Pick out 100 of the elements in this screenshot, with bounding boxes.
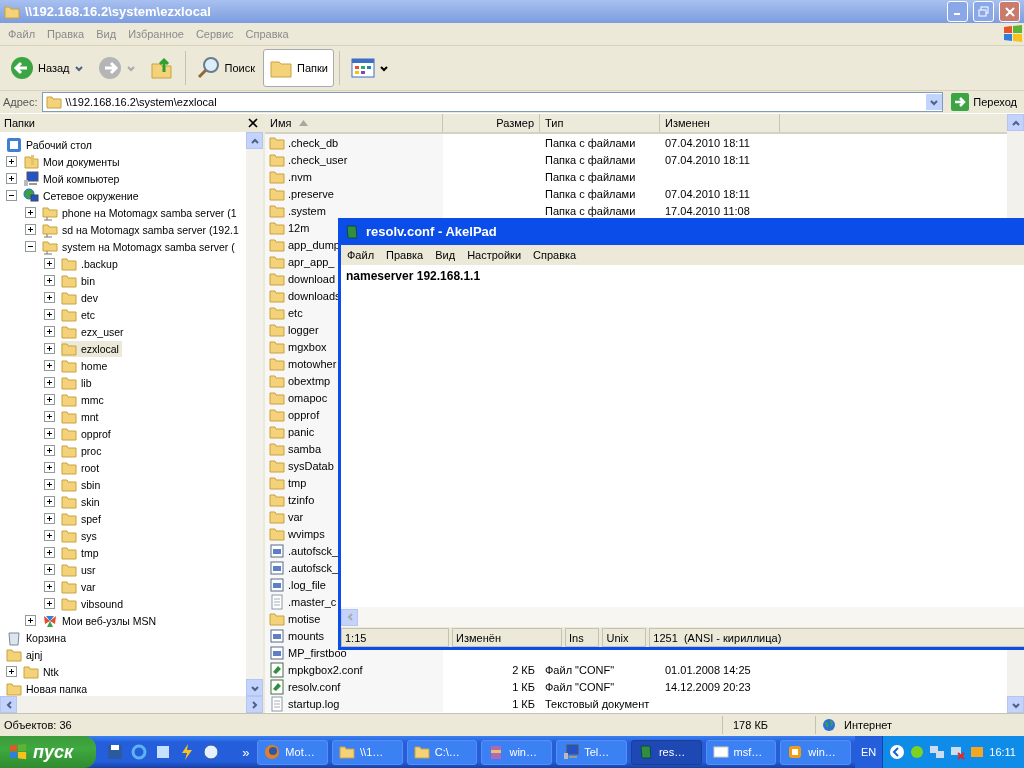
file-name[interactable]: tzinfo: [288, 493, 315, 506]
file-name[interactable]: 12m: [288, 221, 310, 234]
file-name[interactable]: motise: [288, 612, 321, 625]
tree-item[interactable]: mmc: [61, 391, 107, 408]
more-button[interactable]: »: [230, 744, 258, 760]
tree-item[interactable]: etc: [61, 306, 98, 323]
menu-item[interactable]: Правка: [380, 247, 430, 263]
folders-button[interactable]: Папки: [263, 49, 334, 87]
menu-item[interactable]: Справка: [527, 247, 583, 263]
file-name[interactable]: tmp: [288, 476, 307, 489]
expand-toggle[interactable]: [44, 292, 55, 303]
scroll-button[interactable]: [1007, 696, 1024, 713]
file-name[interactable]: etc: [288, 306, 303, 319]
tree-item[interactable]: sys: [61, 527, 100, 544]
tree-item[interactable]: Мои документы: [23, 153, 123, 170]
taskbar-button[interactable]: Tel…: [556, 739, 627, 765]
tree-item[interactable]: tmp: [61, 544, 102, 561]
go-button[interactable]: Переход: [947, 93, 1021, 111]
tree-item[interactable]: Сетевое окружение: [23, 187, 142, 204]
back-button[interactable]: Назад: [4, 49, 90, 87]
app-icon[interactable]: [202, 743, 221, 761]
expand-toggle[interactable]: [44, 496, 55, 507]
expand-toggle[interactable]: [44, 411, 55, 422]
tree-item[interactable]: phone на Motomagx samba server (1: [42, 204, 240, 221]
taskbar-button[interactable]: C:\…: [406, 739, 478, 765]
tree-item[interactable]: usr: [61, 561, 99, 578]
taskbar-button[interactable]: Mot…: [257, 739, 329, 765]
file-name[interactable]: opprof: [288, 408, 320, 421]
close-button[interactable]: [999, 1, 1020, 22]
network-icon[interactable]: [949, 744, 966, 760]
expand-toggle[interactable]: [44, 462, 55, 473]
collapse-toggle[interactable]: [6, 190, 17, 201]
expand-toggle[interactable]: [44, 445, 55, 456]
search-button[interactable]: Поиск: [190, 49, 261, 87]
tree-item[interactable]: spef: [61, 510, 104, 527]
tree-item[interactable]: dev: [61, 289, 101, 306]
file-name[interactable]: .log_file: [288, 578, 326, 591]
taskbar-button[interactable]: win…: [780, 739, 851, 765]
expand-toggle[interactable]: [44, 513, 55, 524]
file-name[interactable]: mounts: [288, 629, 325, 642]
tree-item[interactable]: bin: [61, 272, 98, 289]
tree-item[interactable]: .backup: [61, 255, 121, 272]
expand-toggle[interactable]: [44, 547, 55, 558]
expand-toggle[interactable]: [44, 275, 55, 286]
expand-toggle[interactable]: [44, 530, 55, 541]
tree-item[interactable]: system на Motomagx samba server (: [42, 238, 238, 255]
file-name[interactable]: logger: [288, 323, 319, 336]
tree-item[interactable]: opprof: [61, 425, 114, 442]
vertical-scrollbar[interactable]: [246, 132, 263, 696]
scroll-button[interactable]: [246, 679, 263, 696]
dropdown-button[interactable]: [926, 94, 943, 110]
tree-item[interactable]: Рабочий стол: [6, 136, 95, 153]
menu-item[interactable]: Файл: [341, 247, 381, 263]
menu-item[interactable]: Настройки: [461, 247, 528, 263]
column-header[interactable]: Тип: [540, 114, 660, 132]
expand-toggle[interactable]: [25, 224, 36, 235]
scroll-button[interactable]: [0, 696, 17, 713]
horizontal-scrollbar[interactable]: [341, 607, 1024, 627]
tree-item[interactable]: sbin: [61, 476, 104, 493]
expand-toggle[interactable]: [44, 360, 55, 371]
column-header[interactable]: Изменен: [660, 114, 780, 132]
expand-toggle[interactable]: [44, 581, 55, 592]
tree-item[interactable]: ezxlocal: [61, 340, 122, 357]
expand-toggle[interactable]: [44, 394, 55, 405]
tree-item[interactable]: mnt: [61, 408, 102, 425]
file-name[interactable]: samba: [288, 442, 322, 455]
expand-toggle[interactable]: [44, 479, 55, 490]
tree-item[interactable]: skin: [61, 493, 103, 510]
file-name[interactable]: .preserve: [288, 187, 334, 200]
close-icon[interactable]: [247, 117, 259, 129]
editor-dialog[interactable]: resolv.conf - AkelPad Файл Правка Вид Настройки Справка nameserver 192.168.1.1 1:15 Изменён Ins Unix 1251 (ANSI - кириллица): [338, 218, 1024, 650]
tree-item[interactable]: Мой компьютер: [23, 170, 123, 187]
menu-item[interactable]: Вид: [429, 247, 462, 263]
taskbar-button[interactable]: \\1…: [332, 739, 403, 765]
column-header[interactable]: Имя: [265, 114, 443, 132]
tree-item[interactable]: Ntk: [23, 663, 62, 680]
tree-item[interactable]: lib: [61, 374, 95, 391]
file-name[interactable]: panic: [288, 425, 315, 438]
tree-item[interactable]: sd на Motomagx samba server (192.1: [42, 221, 242, 238]
expand-toggle[interactable]: [44, 258, 55, 269]
tree-item[interactable]: root: [61, 459, 103, 476]
scroll-button[interactable]: [246, 696, 263, 713]
file-name[interactable]: .nvm: [288, 170, 312, 183]
expand-toggle[interactable]: [44, 309, 55, 320]
file-name[interactable]: download: [288, 272, 336, 285]
horizontal-scrollbar[interactable]: [0, 696, 263, 713]
file-name[interactable]: mgxbox: [288, 340, 327, 353]
network-icon[interactable]: [929, 744, 946, 760]
file-name[interactable]: sysDatab: [288, 459, 334, 472]
file-name[interactable]: omapoc: [288, 391, 328, 404]
tree-item[interactable]: Новая папка: [6, 680, 91, 696]
tree-item[interactable]: var: [61, 578, 99, 595]
expand-toggle[interactable]: [6, 666, 17, 677]
floppy-icon[interactable]: [106, 743, 125, 761]
expand-toggle[interactable]: [25, 207, 36, 218]
expand-toggle[interactable]: [6, 156, 17, 167]
file-name[interactable]: var: [288, 510, 304, 523]
chevron-icon[interactable]: [889, 744, 906, 760]
collapse-toggle[interactable]: [25, 241, 36, 252]
expand-toggle[interactable]: [44, 598, 55, 609]
